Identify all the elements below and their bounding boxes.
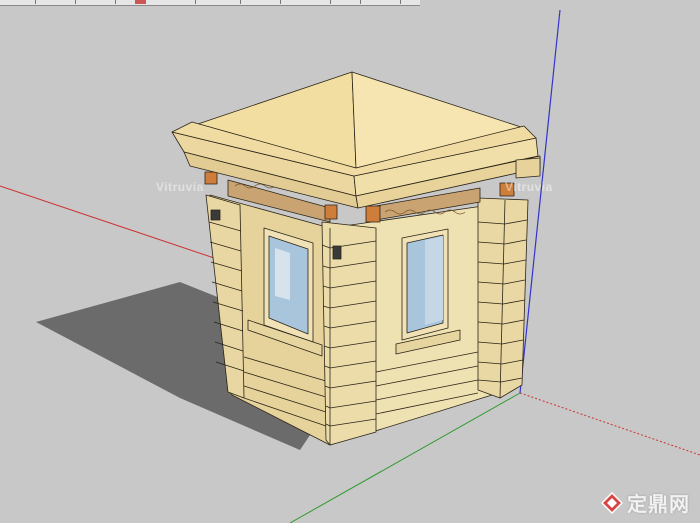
cornice-right-return <box>515 157 541 179</box>
right-corner-pilaster <box>477 197 529 399</box>
wall-lamp <box>332 245 342 260</box>
corbel-bracket <box>204 171 218 185</box>
ghost-watermark: Vitruvia <box>505 180 553 194</box>
center-corner-pilaster <box>321 221 377 446</box>
wall-lamp <box>210 209 221 221</box>
corbel-bracket <box>365 205 381 223</box>
diamond-logo-icon <box>601 491 623 514</box>
red-axis <box>0 185 227 263</box>
site-watermark: 定鼎网 <box>601 488 690 517</box>
modeling-viewport[interactable]: Vitruvia Vitruvia 定鼎网 <box>0 0 700 523</box>
watermark-text: 定鼎网 <box>627 492 690 516</box>
ghost-watermark: Vitruvia <box>156 180 204 194</box>
corbel-bracket <box>324 204 338 220</box>
red-axis-hidden <box>519 392 700 456</box>
3d-scene[interactable] <box>0 0 700 523</box>
